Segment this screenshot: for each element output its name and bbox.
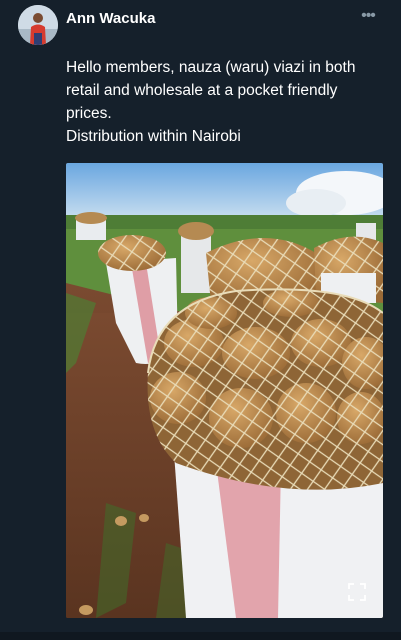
post-text-line: Distribution within Nairobi [66, 128, 241, 145]
post-text-line: prices. [66, 105, 112, 122]
more-horizontal-icon: ••• [361, 7, 376, 24]
expand-icon[interactable] [347, 582, 367, 602]
post-text: Hello members, nauza (waru) viazi in bot… [66, 56, 391, 148]
bottom-divider [0, 632, 401, 640]
post-text-line: retail and wholesale at a pocket friendl… [66, 82, 338, 99]
post[interactable]: Ann Wacuka ••• Hello members, nauza (war… [0, 0, 401, 640]
post-image[interactable] [66, 163, 383, 618]
author-name[interactable]: Ann Wacuka [66, 10, 155, 27]
post-text-line: Hello members, nauza (waru) viazi in bot… [66, 59, 356, 76]
avatar[interactable] [18, 5, 58, 45]
potato-sacks-photo [66, 163, 383, 618]
more-options-button[interactable]: ••• [356, 6, 380, 26]
avatar-image [18, 5, 58, 45]
